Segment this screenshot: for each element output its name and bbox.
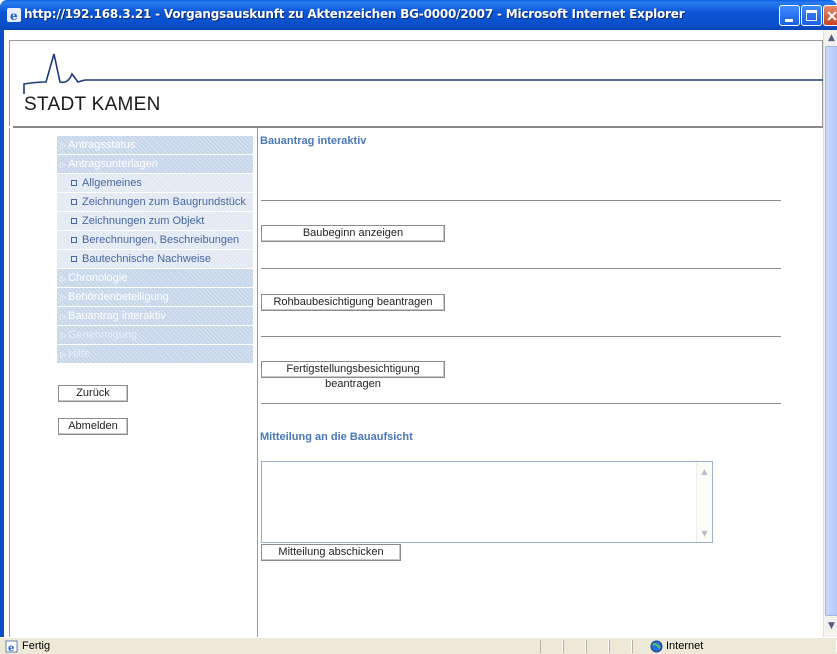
arrow-right-icon: ▷ xyxy=(60,293,67,302)
nav-item-label: Berechnungen, Beschreibungen xyxy=(82,234,240,246)
nav-item-hilfe[interactable]: ▷ Hilfe xyxy=(57,345,253,363)
fertigstellung-button[interactable]: Fertigstellungsbesichtigung beantragen xyxy=(261,361,445,390)
square-bullet-icon xyxy=(71,237,77,243)
divider xyxy=(261,403,781,404)
square-bullet-icon xyxy=(71,256,77,262)
arrow-right-icon: ▷ xyxy=(60,274,67,283)
message-title: Mitteilung an die Bauaufsicht xyxy=(260,431,413,443)
arrow-right-icon: ▷ xyxy=(60,160,67,169)
scroll-up-icon[interactable]: ▲ xyxy=(825,32,837,45)
nav-item-label: Antragsunterlagen xyxy=(68,158,158,170)
minimize-button[interactable] xyxy=(779,5,800,26)
sidebar-nav: ▷ Antragsstatus ▷ Antragsunterlagen Allgem… xyxy=(57,136,253,364)
square-bullet-icon xyxy=(71,199,77,205)
back-button[interactable]: Zurück xyxy=(58,385,128,402)
divider xyxy=(261,268,781,269)
status-segment xyxy=(563,640,586,653)
status-segment xyxy=(586,640,609,653)
globe-icon xyxy=(650,640,663,653)
page-scrollbar[interactable]: ▲ ▼ xyxy=(823,30,837,637)
square-bullet-icon xyxy=(71,218,77,224)
status-segment xyxy=(540,640,563,653)
close-icon xyxy=(827,11,837,21)
status-segment xyxy=(609,640,632,653)
page-viewport: STADT KAMEN ▷ Antragsstatus ▷ Antragsunter… xyxy=(4,30,823,637)
maximize-button[interactable] xyxy=(801,5,822,26)
title-bar: e http://192.168.3.21 - Vorgangsauskunft… xyxy=(0,0,837,30)
scroll-up-icon[interactable]: ▲ xyxy=(699,466,710,477)
page-done-icon: e xyxy=(5,640,18,653)
arrow-right-icon: ▷ xyxy=(60,350,67,359)
divider xyxy=(261,200,781,201)
nav-item-label: Hilfe xyxy=(68,348,91,360)
status-bar: e Fertig Internet xyxy=(0,637,837,654)
zone-text: Internet xyxy=(666,640,704,652)
nav-item-antragsstatus[interactable]: ▷ Antragsstatus xyxy=(57,136,253,154)
nav-item-label: Antragsstatus xyxy=(68,139,136,151)
nav-item-chronologie[interactable]: ▷ Chronologie xyxy=(57,269,253,287)
nav-item-label: Allgemeines xyxy=(82,177,142,189)
nav-item-genehmigung[interactable]: ▷ Genehmigung xyxy=(57,326,253,344)
scroll-down-icon[interactable]: ▼ xyxy=(699,528,710,539)
nav-item-behoerdenbeteiligung[interactable]: ▷ Behördenbeteiligung xyxy=(57,288,253,306)
arrow-right-icon: ▷ xyxy=(60,331,67,340)
column-divider xyxy=(257,128,258,637)
nav-subitem-bautechnische-nachweise[interactable]: Bautechnische Nachweise xyxy=(57,250,253,268)
nav-item-label: Zeichnungen zum Baugrundstück xyxy=(82,196,246,208)
nav-subitem-zeichnungen-objekt[interactable]: Zeichnungen zum Objekt xyxy=(57,212,253,230)
nav-item-label: Bauantrag interaktiv xyxy=(68,310,166,322)
svg-text:e: e xyxy=(10,9,18,23)
message-textarea[interactable]: ▲ ▼ xyxy=(261,461,713,543)
nav-item-label: Zeichnungen zum Objekt xyxy=(82,215,205,227)
send-message-button[interactable]: Mitteilung abschicken xyxy=(261,544,401,561)
nav-subitem-allgemeines[interactable]: Allgemeines xyxy=(57,174,253,192)
arrow-right-icon: ▷ xyxy=(60,141,67,150)
logout-button[interactable]: Abmelden xyxy=(58,418,128,435)
arrow-right-icon: ▷ xyxy=(60,312,67,321)
scrollbar-thumb[interactable] xyxy=(825,46,837,616)
svg-text:e: e xyxy=(8,643,14,653)
square-bullet-icon xyxy=(71,180,77,186)
rohbau-button[interactable]: Rohbaubesichtigung beantragen xyxy=(261,294,445,311)
window-title: http://192.168.3.21 - Vorgangsauskunft z… xyxy=(24,7,685,21)
nav-subitem-berechnungen[interactable]: Berechnungen, Beschreibungen xyxy=(57,231,253,249)
nav-item-label: Bautechnische Nachweise xyxy=(82,253,212,265)
nav-item-antragsunterlagen[interactable]: ▷ Antragsunterlagen xyxy=(57,155,253,173)
baubeginn-button[interactable]: Baubeginn anzeigen xyxy=(261,225,445,242)
nav-item-label: Behördenbeteiligung xyxy=(68,291,169,303)
city-logo-text: STADT KAMEN xyxy=(24,94,161,115)
section-title: Bauantrag interaktiv xyxy=(260,135,367,147)
nav-subitem-zeichnungen-baugrundstueck[interactable]: Zeichnungen zum Baugrundstück xyxy=(57,193,253,211)
status-text: Fertig xyxy=(22,640,51,652)
close-button[interactable] xyxy=(823,5,837,26)
internet-explorer-icon: e xyxy=(7,8,21,23)
nav-item-label: Genehmigung xyxy=(68,329,138,341)
divider xyxy=(261,336,781,337)
textarea-scrollbar[interactable]: ▲ ▼ xyxy=(696,462,712,542)
scroll-down-icon[interactable]: ▼ xyxy=(825,620,837,633)
nav-item-bauantrag-interaktiv[interactable]: ▷ Bauantrag interaktiv xyxy=(57,307,253,325)
nav-item-label: Chronologie xyxy=(68,272,128,284)
